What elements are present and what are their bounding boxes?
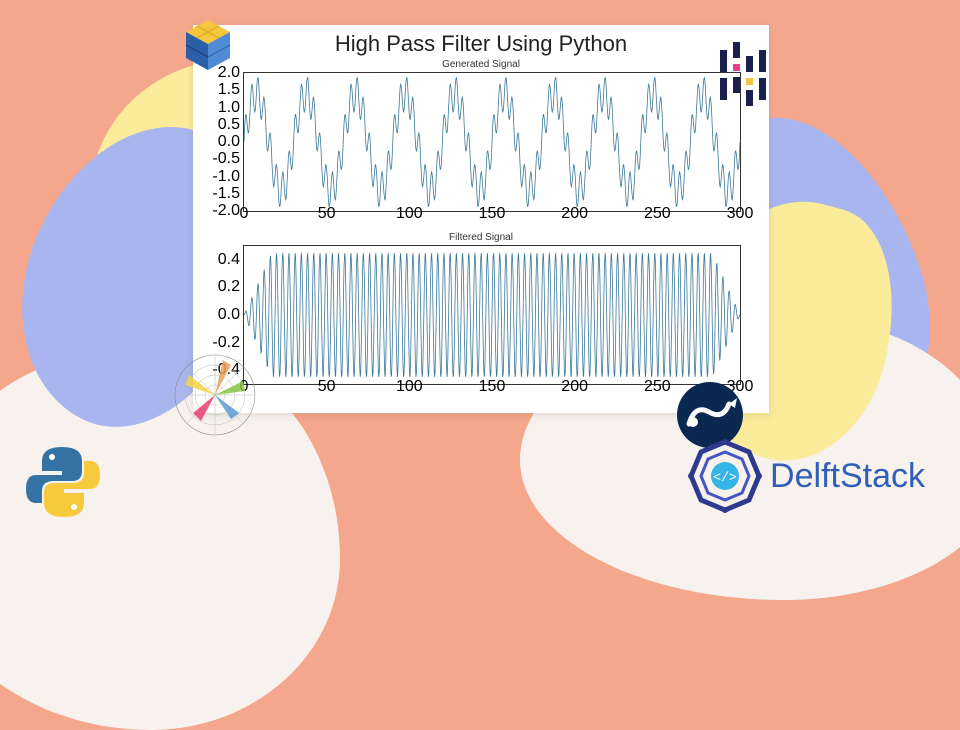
- pandas-icon: [716, 42, 770, 115]
- chart1-title: Generated Signal: [203, 59, 759, 70]
- chart-panel: High Pass Filter Using Python Generated …: [193, 25, 769, 413]
- filtered-signal-chart: -0.4-0.20.00.20.4 050100150200250300: [243, 245, 741, 385]
- generated-signal-chart: -2.0-1.5-1.0-0.50.00.51.01.52.0 05010015…: [243, 72, 741, 212]
- polar-rose-icon: [170, 350, 260, 445]
- chart1-y-axis: -2.0-1.5-1.0-0.50.00.51.01.52.0: [214, 73, 242, 211]
- chart2-title: Filtered Signal: [203, 232, 759, 243]
- brand-text: DelftStack: [770, 457, 925, 496]
- delftstack-badge-icon: </>: [686, 437, 764, 515]
- svg-text:</>: </>: [713, 470, 737, 485]
- delftstack-logo: </> DelftStack: [686, 437, 925, 515]
- python-icon: [22, 441, 104, 528]
- catalyst-cube-icon: [175, 10, 241, 81]
- page-title: High Pass Filter Using Python: [203, 31, 759, 57]
